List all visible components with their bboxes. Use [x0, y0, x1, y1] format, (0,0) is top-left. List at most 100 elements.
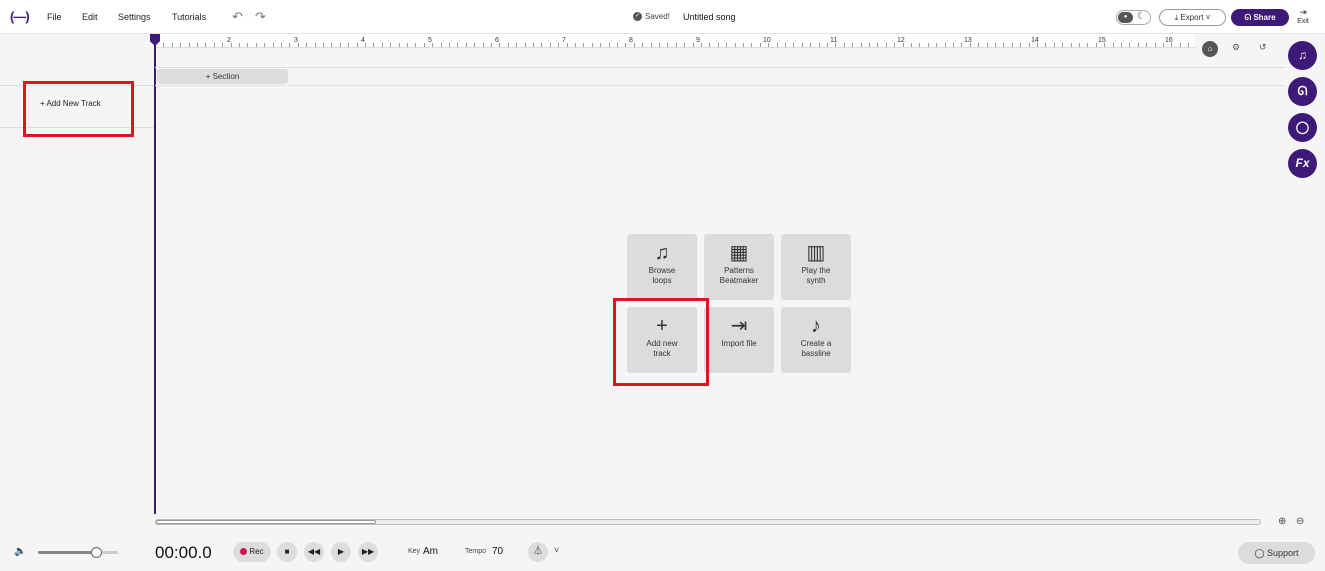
rewind-button[interactable]: ◀◀	[304, 542, 324, 562]
zoom-in-icon[interactable]: ⊕	[1278, 516, 1286, 527]
volume-icon[interactable]: 🔈	[14, 546, 26, 557]
volume-slider[interactable]	[38, 547, 118, 558]
exit-icon: ⇥	[1299, 7, 1307, 17]
tile-browse-loops[interactable]: ♫ Browse loops	[627, 234, 697, 300]
ruler-tick	[273, 43, 274, 47]
ruler-tick	[1129, 43, 1130, 47]
ruler-tick	[189, 43, 190, 47]
ruler-tick	[861, 43, 862, 47]
stop-button[interactable]: ■	[277, 542, 297, 562]
ruler-tick	[256, 43, 257, 47]
ruler-tick	[709, 43, 710, 47]
add-section-button[interactable]: + Section	[157, 69, 288, 84]
chevron-down-icon[interactable]: ˅	[554, 545, 559, 555]
undo-icon[interactable]: ↶	[232, 9, 243, 25]
ruler-tick	[945, 43, 946, 47]
timeline-ruler[interactable]: 2 3 4 5 6 7 8 9 10 11 12 13 14 15 16	[155, 34, 1195, 48]
ruler-tick	[315, 43, 316, 47]
ruler-tick	[1037, 43, 1038, 47]
ruler-tick	[676, 43, 677, 47]
loop-region-icon[interactable]: ⌂	[1202, 41, 1218, 57]
ruler-tick	[827, 43, 828, 47]
collaborators-button[interactable]: ᘏ	[1288, 77, 1317, 106]
fast-forward-button[interactable]: ▶▶	[358, 542, 378, 562]
chat-button[interactable]: ◯	[1288, 113, 1317, 142]
people-icon: ᘏ	[1244, 13, 1254, 22]
scrollbar-thumb[interactable]	[156, 520, 376, 524]
ruler-tick	[844, 43, 845, 47]
ruler-tick	[877, 43, 878, 47]
exit-button[interactable]: ⇥ Exit	[1293, 7, 1313, 25]
ruler-tick	[172, 43, 173, 47]
ruler-tick	[1104, 43, 1105, 47]
ruler-tick	[995, 43, 996, 47]
redo-icon[interactable]: ↷	[255, 9, 266, 25]
ruler-tick	[592, 43, 593, 47]
metronome-button[interactable]: ⏃	[528, 542, 548, 562]
chat-icon: ◯	[1295, 120, 1310, 134]
record-button[interactable]: Rec	[233, 542, 271, 562]
ruler-tick	[1096, 43, 1097, 47]
ruler-tick	[432, 43, 433, 47]
ruler-tick	[264, 43, 265, 47]
volume-knob[interactable]	[90, 547, 102, 558]
share-button[interactable]: ᘏ Share	[1231, 9, 1289, 26]
theme-toggle[interactable]: ● ☾	[1116, 10, 1151, 25]
ruler-tick	[1188, 43, 1189, 47]
time-display: 00:00.0	[155, 543, 212, 562]
menu-edit[interactable]: Edit	[82, 12, 98, 22]
import-icon: ⇥	[730, 315, 748, 337]
ruler-tick	[777, 43, 778, 47]
menu-file[interactable]: File	[47, 12, 62, 22]
ruler-tick	[340, 43, 341, 47]
ruler-tick	[231, 43, 232, 47]
divider	[155, 67, 1285, 68]
ruler-tick	[583, 43, 584, 47]
fx-button[interactable]: Fx	[1288, 149, 1317, 178]
zoom-out-icon[interactable]: ⊖	[1296, 516, 1304, 527]
transport-bar: 🔈 00:00.0 Rec ■ ◀◀ ▶ ▶▶ Key Am Tempo 70 …	[0, 535, 1325, 571]
song-title[interactable]: Untitled song	[683, 12, 736, 22]
ruler-tick	[306, 43, 307, 47]
ruler-tick	[516, 43, 517, 47]
key-label: Key	[408, 548, 421, 555]
ruler-tick	[785, 43, 786, 47]
ruler-tick	[743, 43, 744, 47]
ruler-tick	[390, 43, 391, 47]
tempo-value[interactable]: 70	[492, 546, 503, 557]
loops-panel-button[interactable]: ♫	[1288, 41, 1317, 70]
ruler-tick	[735, 43, 736, 47]
ruler-tick	[575, 43, 576, 47]
horizontal-scrollbar[interactable]	[155, 519, 1261, 525]
ruler-tick	[222, 43, 223, 47]
ruler-tick	[407, 43, 408, 47]
tile-play-synth[interactable]: ▥ Play the synth	[781, 234, 851, 300]
ruler-tick	[894, 43, 895, 47]
key-value[interactable]: Am	[423, 546, 438, 557]
settings-icon[interactable]: ⚙	[1232, 42, 1240, 53]
rotate-icon[interactable]: ↺	[1259, 42, 1267, 53]
support-button[interactable]: ◯ Support	[1238, 542, 1315, 564]
ruler-tick	[1012, 43, 1013, 47]
ruler-tick	[726, 43, 727, 47]
tile-patterns-beatmaker[interactable]: ▦ Patterns Beatmaker	[704, 234, 774, 300]
tile-import-file[interactable]: ⇥ Import file	[704, 307, 774, 373]
logo[interactable]: (—)	[10, 9, 30, 24]
ruler-tick	[541, 43, 542, 47]
ruler-tick	[684, 43, 685, 47]
volume-fill	[38, 551, 96, 554]
music-note-icon: ♫	[1298, 48, 1307, 62]
ruler-tick	[911, 43, 912, 47]
tile-create-bassline[interactable]: ♪ Create a bassline	[781, 307, 851, 373]
piano-icon: ▥	[806, 242, 826, 264]
ruler-tick	[424, 43, 425, 47]
menu-tutorials[interactable]: Tutorials	[172, 12, 206, 22]
menu-settings[interactable]: Settings	[118, 12, 151, 22]
music-editor-app: (—) File Edit Settings Tutorials ↶ ↷ ✓ S…	[0, 0, 1325, 571]
play-button[interactable]: ▶	[331, 542, 351, 562]
export-button[interactable]: ⤓ Export ˅	[1159, 9, 1226, 26]
moon-icon: ☾	[1137, 11, 1146, 22]
ruler-tick	[1054, 43, 1055, 47]
ruler-tick	[399, 43, 400, 47]
sun-icon: ●	[1118, 12, 1133, 23]
